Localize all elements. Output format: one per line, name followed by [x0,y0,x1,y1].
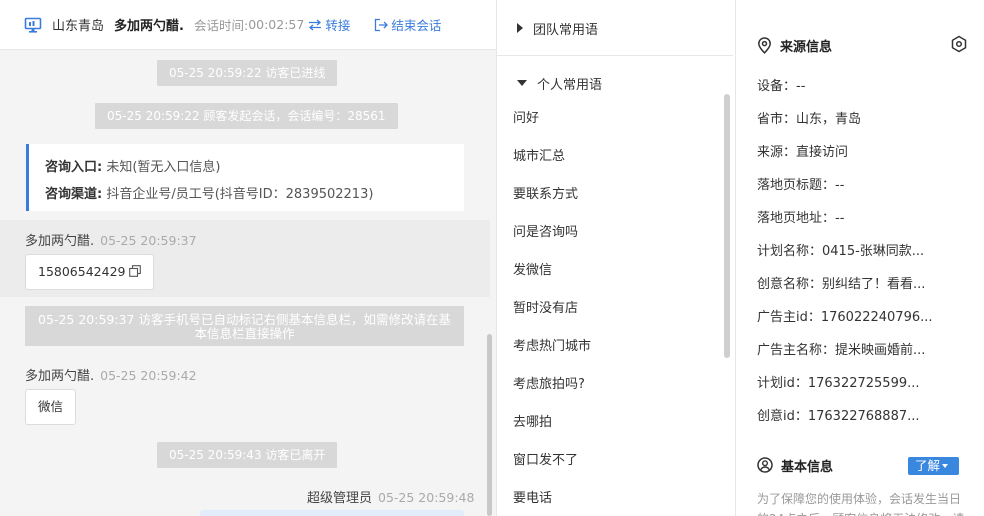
visitor-name: 多加两勺醋. [114,19,184,34]
visitor-info-pane: 来源信息 设备：-- 省市：山东，青岛 来源：直接访问 落地页标题：-- 落地页… [737,0,984,516]
message-sender: 多加两勺醋. 05-25 20:59:42 [25,365,197,384]
visitor-message-bubble[interactable]: 15806542429 [25,254,155,290]
visitor-region: 山东青岛 [52,19,105,34]
message-time: 05-25 20:59:48 [378,490,475,505]
source-info-title: 来源信息 [780,39,833,55]
creative-name-field: 创意名称：别纠结了！看看... [757,277,926,292]
phrase-item[interactable]: 问是咨询吗 [497,214,722,252]
transfer-icon [309,19,322,30]
phrase-scrollbar[interactable] [724,94,730,358]
phrase-item[interactable]: 要电话 [497,480,722,516]
team-phrases-group[interactable]: 团队常用语 [497,1,733,55]
plan-id-field: 计划id：176322725599... [757,376,920,391]
basic-info-title: 基本信息 [781,459,834,475]
exit-icon [375,18,389,31]
message-text: 微信 [38,399,64,414]
message-sender: 多加两勺醋. 05-25 20:59:37 [25,230,197,249]
creative-id-field: 创意id：176322768887... [757,409,920,424]
end-session-button[interactable]: 结束会话 [374,15,441,34]
phrase-item[interactable]: 去哪拍 [497,404,722,442]
advertiser-id-field: 广告主id：176022240796... [757,310,933,325]
consult-entry-key: 咨询入口: [45,160,103,175]
landing-title-field: 落地页标题：-- [757,178,845,193]
system-message: 05-25 20:59:22 访客已进线 [157,60,338,86]
phrase-item[interactable]: 城市汇总 [497,138,722,176]
phrase-item[interactable]: 窗口发不了 [497,442,722,480]
source-info-header: 来源信息 [757,35,832,55]
chat-header: 山东青岛 多加两勺醋. 会话时间: 00:02:57 转接 结束会话 [0,0,496,50]
settings-icon[interactable] [950,35,968,53]
system-message: 05-25 20:59:37 访客手机号已自动标记右侧基本信息栏，如需修改请在基… [25,306,464,346]
phrase-item[interactable]: 发微信 [497,252,722,290]
caret-right-icon [517,23,523,33]
consult-channel-value: 抖音企业号/员工号(抖音号ID：2839502213) [106,187,374,202]
transfer-button[interactable]: 转接 [308,15,350,34]
basic-info-notice: 为了保障您的使用体验，会话发生当日的24点之后，顾客信息将无法修改，请 [757,492,964,516]
learn-more-label: 了解 [915,458,941,473]
system-message: 05-25 20:59:22 顾客发起会话，会话编号：28561 [95,103,398,129]
sender-name: 多加两勺醋. [25,369,95,384]
sender-name: 超级管理员 [307,491,373,506]
phrase-item[interactable]: 考虑热门城市 [497,328,722,366]
phrase-item[interactable]: 问好 [497,100,722,138]
caret-down-icon [517,80,527,86]
message-time: 05-25 20:59:42 [100,368,197,383]
phrase-list: 问好 城市汇总 要联系方式 问是咨询吗 发微信 暂时没有店 考虑热门城市 考虑旅… [497,100,722,516]
device-field: 设备：-- [757,79,806,94]
source-field: 来源：直接访问 [757,145,849,160]
system-message: 05-25 20:59:43 访客已离开 [157,442,338,468]
agent-message-bubble[interactable] [200,510,464,516]
chat-pane: 山东青岛 多加两勺醋. 会话时间: 00:02:57 转接 结束会话 05-25… [0,0,496,516]
transfer-label: 转接 [325,18,351,33]
consult-channel-key: 咨询渠道: [45,187,103,202]
message-sender: 超级管理员 05-25 20:59:48 [307,487,474,506]
sender-name: 多加两勺醋. [25,234,95,249]
province-city-field: 省市：山东，青岛 [757,112,862,127]
landing-url-field: 落地页地址：-- [757,211,845,226]
personal-phrases-label: 个人常用语 [537,77,603,93]
caret-down-icon [942,464,949,468]
chat-scrollbar[interactable] [487,334,492,516]
app-root: 山东青岛 多加两勺醋. 会话时间: 00:02:57 转接 结束会话 05-25… [0,0,984,516]
learn-more-button[interactable]: 了解 [908,457,959,475]
message-time: 05-25 20:59:37 [100,233,197,248]
team-phrases-label: 团队常用语 [533,22,599,38]
phrase-item[interactable]: 考虑旅拍吗? [497,366,722,404]
monitor-icon [24,17,42,33]
consult-entry-value: 未知(暂无入口信息) [106,160,221,175]
consult-info-card: 咨询入口: 未知(暂无入口信息) 咨询渠道: 抖音企业号/员工号(抖音号ID：2… [26,144,464,211]
session-time-label: 会话时间: [193,18,249,33]
location-pin-icon [758,36,771,54]
session-time: 00:02:57 [248,17,305,32]
advertiser-name-field: 广告主名称：提米映画婚前... [757,343,926,358]
basic-info-header: 基本信息 [757,455,833,475]
user-circle-icon [757,457,773,473]
visitor-message-bubble[interactable]: 微信 [25,389,77,425]
copy-icon[interactable] [129,265,142,277]
phrase-item[interactable]: 要联系方式 [497,176,722,214]
consult-entry-row: 咨询入口: 未知(暂无入口信息) [45,154,464,181]
quick-phrases-pane: 团队常用语 个人常用语 问好 城市汇总 要联系方式 问是咨询吗 发微信 暂时没有… [496,0,736,516]
plan-name-field: 计划名称：0415-张琳同款... [757,244,925,259]
consult-channel-row: 咨询渠道: 抖音企业号/员工号(抖音号ID：2839502213) [45,181,464,208]
end-session-label: 结束会话 [391,18,442,33]
phrase-item[interactable]: 暂时没有店 [497,290,722,328]
message-text: 15806542429 [38,264,126,279]
